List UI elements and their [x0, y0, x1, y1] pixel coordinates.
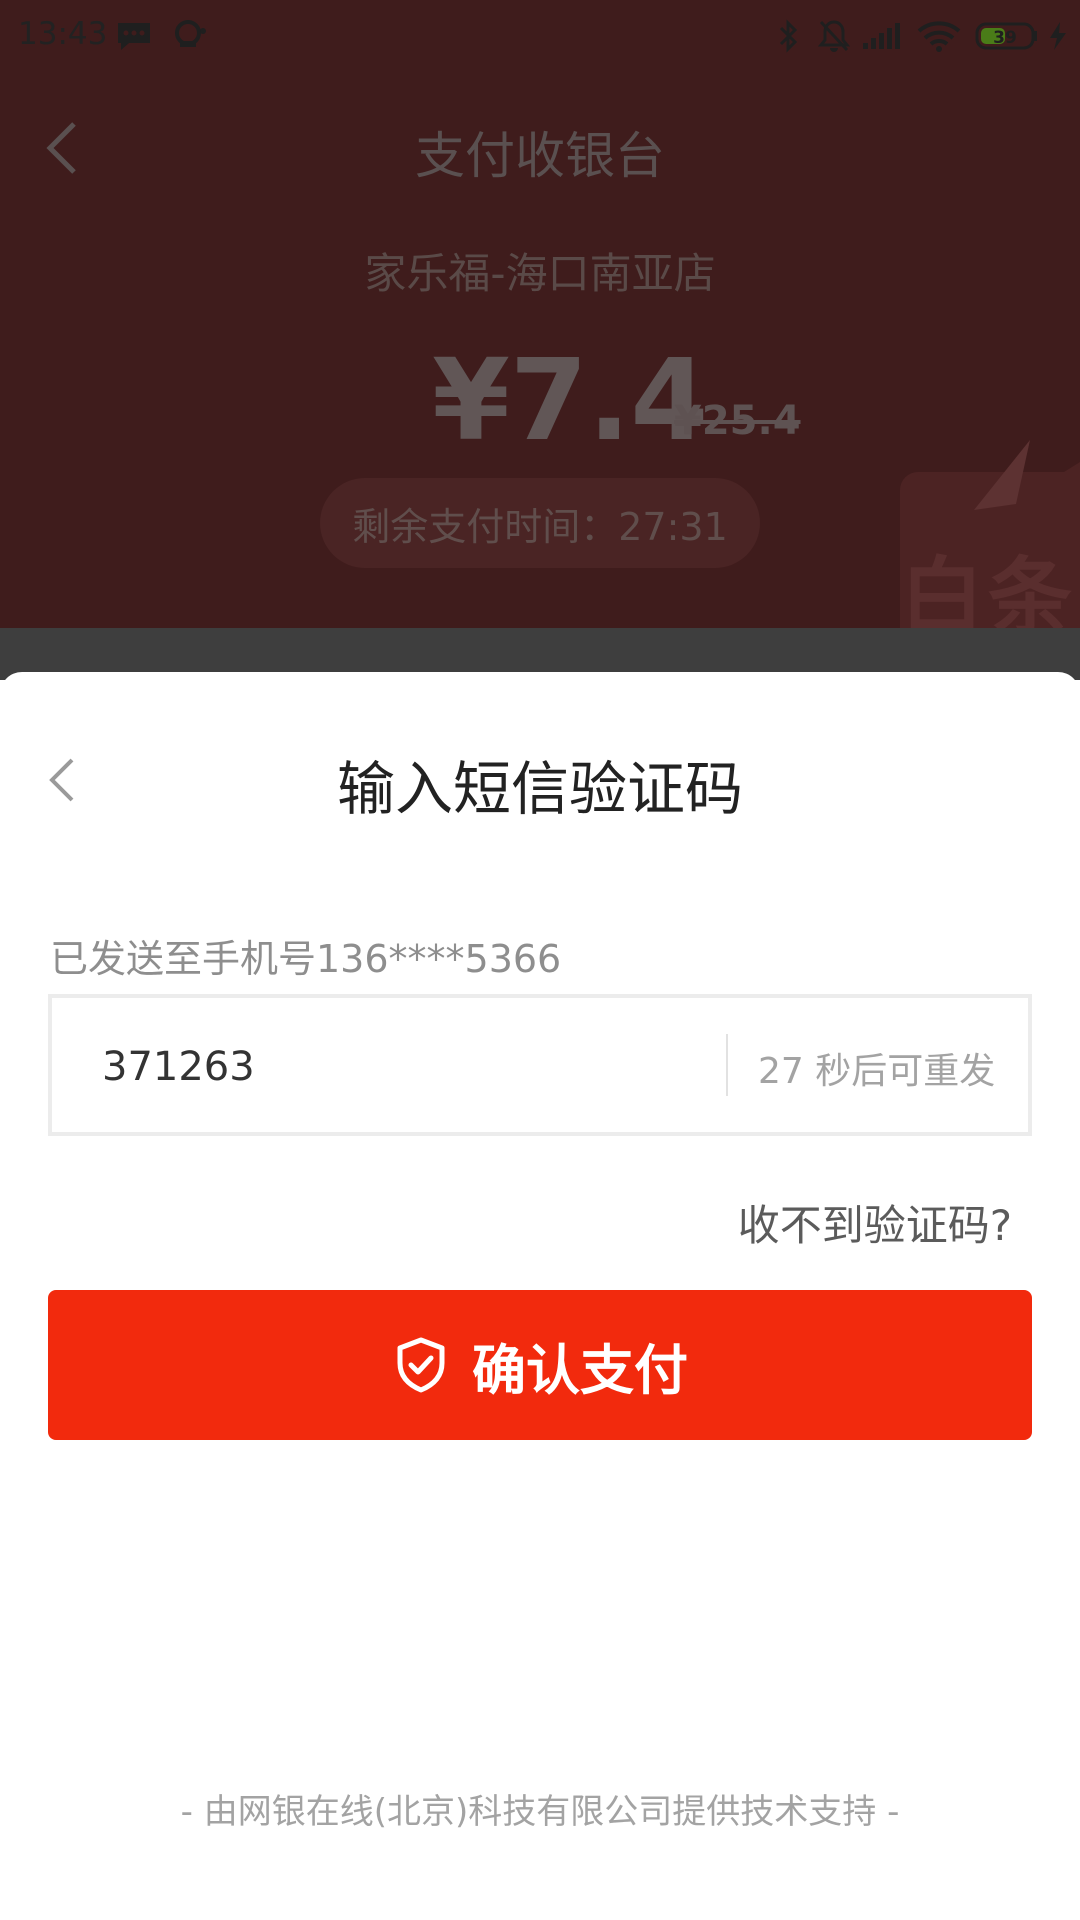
sheet-title: 输入短信验证码: [336, 755, 743, 823]
status-bar: 13:43 39: [0, 0, 1080, 72]
sent-to-phone-label: 已发送至手机号136****5366: [50, 937, 562, 981]
charging-icon: [1044, 14, 1070, 58]
payment-amount: ¥7.4: [432, 336, 709, 466]
original-amount: ¥25.4: [674, 398, 801, 444]
battery-icon: 39: [974, 14, 1040, 58]
resend-countdown[interactable]: 27 秒后可重发: [758, 1042, 995, 1094]
store-name: 家乐福-海口南亚店: [364, 249, 716, 298]
cashier-title: 支付收银台: [415, 127, 665, 185]
baitiao-label: 白条: [900, 548, 1077, 628]
headset-icon: [170, 14, 210, 58]
no-code-link[interactable]: 收不到验证码?: [738, 1192, 1012, 1253]
message-icon: [114, 14, 154, 58]
divider: [726, 1034, 728, 1096]
confirm-payment-label: 确认支付: [472, 1340, 688, 1401]
wifi-icon: [916, 14, 962, 58]
cashier-page-overlay: 13:43 39 支付收银台 家乐福-海口南亚店 ¥7.4 ¥25.4 剩余支付…: [0, 0, 1080, 628]
mute-icon: [816, 14, 852, 58]
status-time: 13:43: [18, 16, 108, 52]
signal-icon: [860, 14, 904, 58]
tech-support-footer: - 由网银在线(北京)科技有限公司提供技术支持 -: [180, 1792, 900, 1832]
sms-verification-sheet: 输入短信验证码 已发送至手机号136****5366 27 秒后可重发 收不到验…: [0, 672, 1080, 1920]
remaining-time-pill: 剩余支付时间：27:31: [320, 478, 760, 568]
shield-check-icon: [392, 1336, 450, 1394]
confirm-payment-button[interactable]: 确认支付: [48, 1290, 1032, 1440]
sms-code-box: 27 秒后可重发: [48, 994, 1032, 1136]
sms-code-input[interactable]: [102, 1034, 662, 1100]
bluetooth-icon: [774, 14, 804, 58]
battery-level: 39: [993, 28, 1017, 48]
